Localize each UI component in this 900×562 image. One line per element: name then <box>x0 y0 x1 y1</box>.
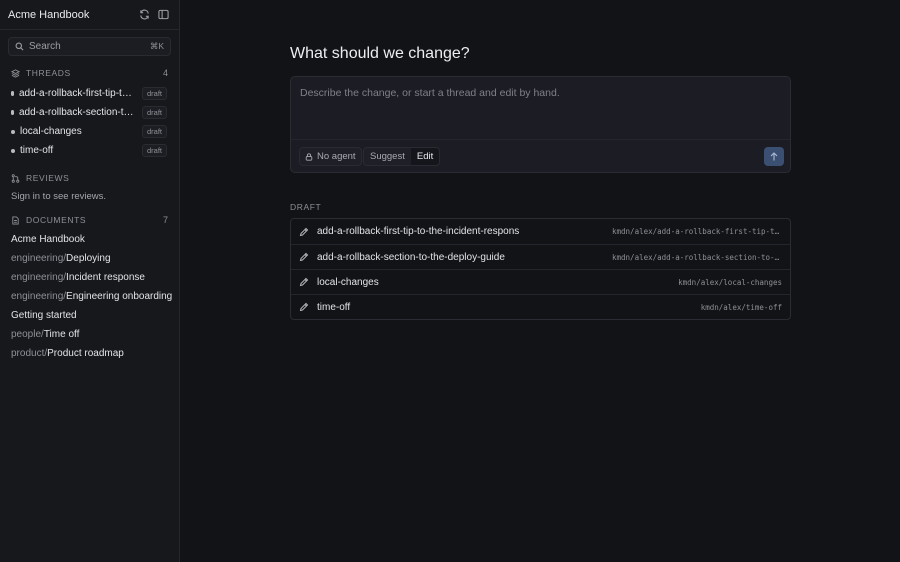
pencil-icon <box>299 277 309 287</box>
thread-status-dot <box>11 91 14 96</box>
threads-count: 4 <box>162 68 168 78</box>
document-icon <box>11 215 20 225</box>
thread-item[interactable]: time-off draft <box>0 141 179 160</box>
mode-suggest-button[interactable]: Suggest <box>364 148 411 165</box>
draft-row[interactable]: add-a-rollback-section-to-the-deploy-gui… <box>291 244 790 269</box>
search-icon <box>15 42 24 51</box>
threads-section-header[interactable]: THREADS 4 <box>0 63 179 83</box>
composer-input[interactable]: Describe the change, or start a thread a… <box>300 87 560 99</box>
thread-label: add-a-rollback-section-to-the-deploy-gui… <box>19 107 136 118</box>
layers-icon <box>11 68 20 78</box>
main-panel: What should we change? Describe the chan… <box>181 0 900 562</box>
reviews-label: REVIEWS <box>26 173 70 183</box>
pull-request-icon <box>11 173 20 183</box>
pencil-icon <box>299 252 309 262</box>
sidebar: Acme Handbook Search ⌘K THREADS 4 add-a-… <box>0 0 180 562</box>
draft-name: time-off <box>317 301 351 313</box>
threads-label: THREADS <box>26 68 71 78</box>
draft-row[interactable]: time-off kmdn/alex/time-off <box>291 294 790 319</box>
search-shortcut: ⌘K <box>149 41 164 51</box>
documents-label: DOCUMENTS <box>26 215 87 225</box>
draft-badge: draft <box>141 125 167 138</box>
draft-ref: kmdn/alex/local-changes <box>678 277 782 287</box>
search-input[interactable]: Search ⌘K <box>8 37 171 56</box>
draft-list: add-a-rollback-first-tip-to-the-incident… <box>290 218 791 320</box>
thread-label: add-a-rollback-first-tip-to-the-incident… <box>19 88 136 99</box>
reviews-section-header[interactable]: REVIEWS <box>0 168 179 188</box>
draft-row[interactable]: local-changes kmdn/alex/local-changes <box>291 269 790 294</box>
draft-name: add-a-rollback-first-tip-to-the-incident… <box>317 226 520 237</box>
send-button[interactable] <box>764 147 784 166</box>
thread-item[interactable]: local-changes draft <box>0 122 179 141</box>
thread-item[interactable]: add-a-rollback-first-tip-to-the-incident… <box>0 84 179 103</box>
draft-ref: kmdn/alex/add-a-rollback-first-tip-to-… <box>612 227 782 236</box>
thread-label: local-changes <box>20 126 82 137</box>
draft-section-label: DRAFT <box>290 202 322 212</box>
mode-toggle: Suggest Edit <box>363 147 441 166</box>
arrow-up-icon <box>770 152 778 161</box>
document-item[interactable]: engineering/Engineering onboarding <box>0 287 179 306</box>
thread-item[interactable]: add-a-rollback-section-to-the-deploy-gui… <box>0 103 179 122</box>
draft-name: add-a-rollback-section-to-the-deploy-gui… <box>317 251 505 263</box>
draft-badge: draft <box>141 87 167 100</box>
draft-ref: kmdn/alex/add-a-rollback-section-to-th… <box>612 252 782 262</box>
page-title: What should we change? <box>290 45 470 62</box>
documents-section-header[interactable]: DOCUMENTS 7 <box>0 210 179 230</box>
composer: Describe the change, or start a thread a… <box>290 76 791 173</box>
draft-ref: kmdn/alex/time-off <box>700 302 782 312</box>
thread-status-dot <box>11 110 14 115</box>
thread-label: time-off <box>20 145 54 156</box>
document-item[interactable]: Getting started <box>0 306 179 325</box>
draft-name: local-changes <box>317 276 379 288</box>
thread-status-dot <box>11 148 15 153</box>
app-title: Acme Handbook <box>8 8 90 21</box>
draft-row[interactable]: add-a-rollback-first-tip-to-the-incident… <box>291 219 790 244</box>
mode-edit-button[interactable]: Edit <box>410 148 440 165</box>
document-item[interactable]: Acme Handbook <box>0 230 179 249</box>
composer-divider <box>291 139 790 140</box>
draft-badge: draft <box>141 144 167 157</box>
reviews-signin-message: Sign in to see reviews. <box>11 191 107 202</box>
sidebar-toggle-icon[interactable] <box>155 7 171 23</box>
document-item[interactable]: people/Time off <box>0 325 179 344</box>
agent-select-button[interactable]: No agent <box>299 147 362 166</box>
pencil-icon <box>299 227 309 237</box>
search-label: Search <box>29 41 61 52</box>
sidebar-header: Acme Handbook <box>0 0 179 30</box>
agent-label: No agent <box>317 151 356 162</box>
document-item[interactable]: engineering/Incident response <box>0 268 179 287</box>
refresh-icon[interactable] <box>136 7 152 23</box>
thread-status-dot <box>11 129 15 134</box>
document-item[interactable]: engineering/Deploying <box>0 249 179 268</box>
pencil-icon <box>299 302 309 312</box>
draft-badge: draft <box>141 106 167 119</box>
document-item[interactable]: product/Product roadmap <box>0 344 179 363</box>
documents-count: 7 <box>162 215 168 225</box>
lock-icon <box>305 152 313 161</box>
